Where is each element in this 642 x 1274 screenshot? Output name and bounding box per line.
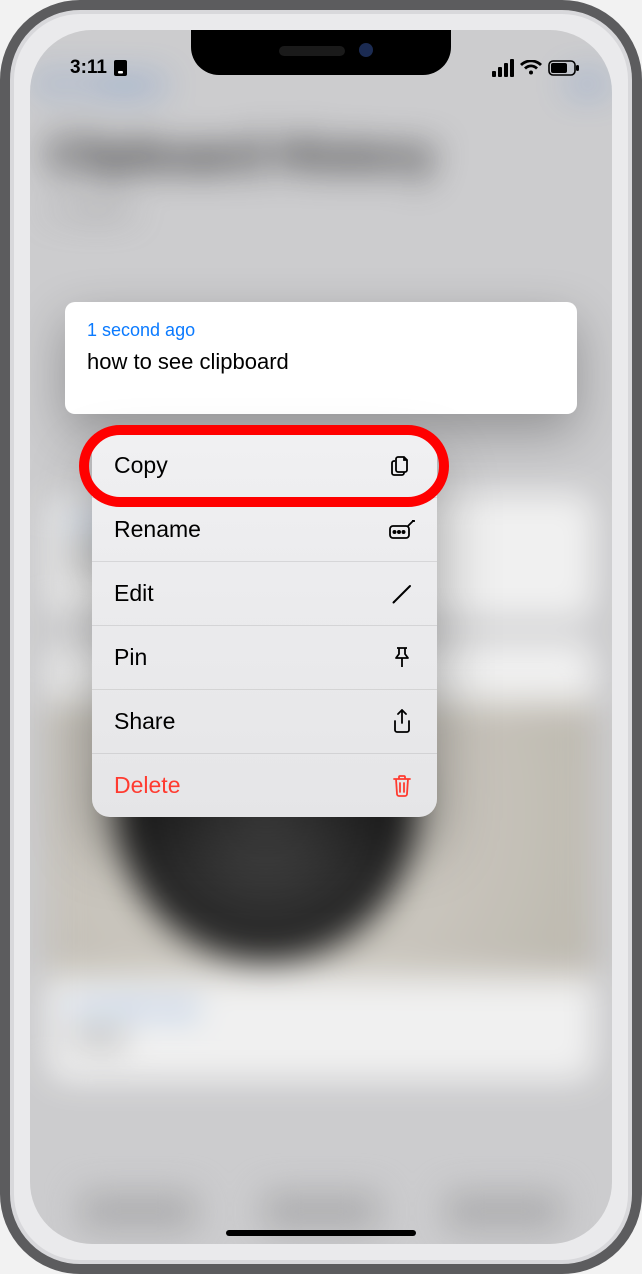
screen: All 3 Snippets Edit Clipboard History 3 … — [30, 30, 612, 1244]
copy-label: Copy — [114, 452, 168, 479]
status-time: 3:11 — [70, 57, 107, 79]
rename-menu-item[interactable]: Rename — [92, 498, 437, 562]
pencil-icon — [389, 581, 415, 607]
delete-label: Delete — [114, 772, 180, 799]
share-label: Share — [114, 708, 175, 735]
pin-icon — [389, 645, 415, 671]
trash-icon — [389, 773, 415, 799]
clipboard-item-timestamp: 1 second ago — [87, 320, 555, 341]
copy-menu-item[interactable]: Copy — [92, 434, 437, 498]
wifi-icon — [520, 60, 542, 76]
edit-label: Edit — [114, 580, 154, 607]
status-left: 3:11 — [70, 57, 128, 79]
edit-menu-item[interactable]: Edit — [92, 562, 437, 626]
clipboard-item-card[interactable]: 1 second ago how to see clipboard — [65, 302, 577, 414]
copy-icon — [389, 453, 415, 479]
share-menu-item[interactable]: Share — [92, 690, 437, 754]
clipboard-item-text: how to see clipboard — [87, 349, 555, 375]
status-right — [492, 59, 580, 77]
pin-menu-item[interactable]: Pin — [92, 626, 437, 690]
home-indicator[interactable] — [226, 1230, 416, 1236]
device-frame: All 3 Snippets Edit Clipboard History 3 … — [0, 0, 642, 1274]
rename-label: Rename — [114, 516, 201, 543]
battery-icon — [548, 60, 580, 76]
context-menu: Copy Rename — [92, 434, 437, 817]
rename-icon — [389, 517, 415, 543]
delete-menu-item[interactable]: Delete — [92, 754, 437, 817]
portrait-lock-icon — [113, 59, 128, 77]
share-icon — [389, 709, 415, 735]
pin-label: Pin — [114, 644, 147, 671]
notch — [191, 30, 451, 75]
cellular-signal-icon — [492, 59, 514, 77]
